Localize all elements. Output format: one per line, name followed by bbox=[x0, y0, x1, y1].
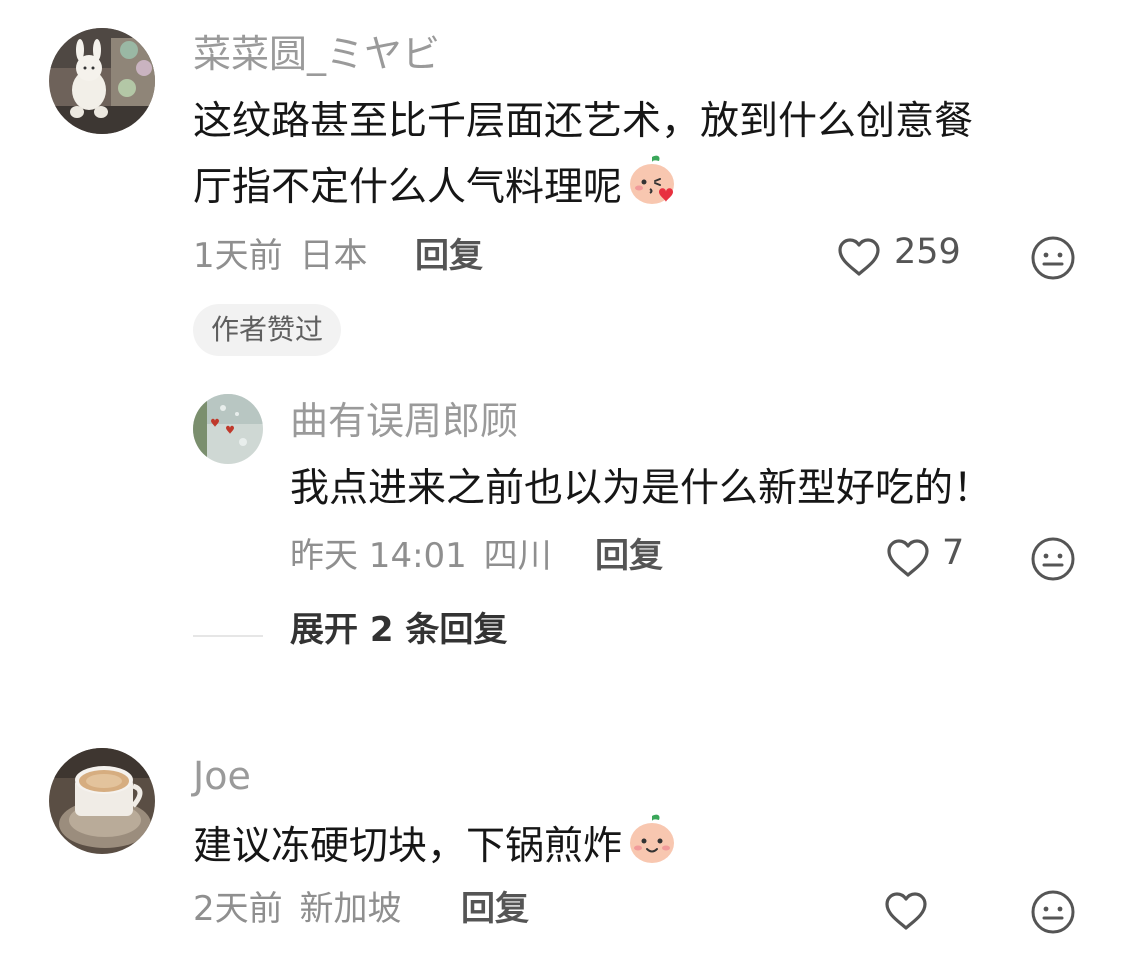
plush-bunny-avatar-image bbox=[49, 28, 155, 134]
neutral-face-icon[interactable] bbox=[1030, 536, 1076, 586]
expand-replies-button[interactable]: 展开 2 条回复 bbox=[290, 613, 507, 647]
comment-meta: 1天前 日本 bbox=[193, 239, 367, 273]
heart-outline-icon[interactable] bbox=[885, 537, 931, 583]
reply-meta: 昨天 14:01 四川 bbox=[290, 539, 552, 573]
reply-button[interactable]: 回复 bbox=[461, 892, 529, 926]
reply-author[interactable]: 曲有误周郎顾 bbox=[290, 402, 518, 440]
avatar[interactable] bbox=[49, 28, 155, 134]
comment-location: 日本 bbox=[299, 236, 368, 276]
comment-meta: 2天前 新加坡 bbox=[193, 892, 401, 926]
comment-time: 2天前 bbox=[193, 889, 283, 929]
like-count: 259 bbox=[894, 232, 961, 272]
reply-button[interactable]: 回复 bbox=[595, 539, 663, 573]
neutral-face-icon[interactable] bbox=[1030, 889, 1076, 939]
heart-outline-icon[interactable] bbox=[883, 890, 929, 936]
heart-outline-icon[interactable] bbox=[836, 236, 882, 282]
rainy-window-hearts-avatar-image bbox=[193, 394, 263, 464]
reply-button[interactable]: 回复 bbox=[415, 239, 483, 273]
peach-kiss-emoji bbox=[624, 152, 680, 226]
comment-text-line: 这纹路甚至比千层面还艺术，放到什么创意餐 bbox=[193, 99, 974, 144]
comment-author[interactable]: 菜菜圆_ミヤビ bbox=[193, 35, 440, 73]
comment-location: 新加坡 bbox=[299, 889, 402, 929]
comment-text-line: 厅指不定什么人气料理呢 bbox=[193, 165, 623, 210]
reply-time: 昨天 14:01 bbox=[290, 536, 467, 576]
neutral-face-icon[interactable] bbox=[1030, 235, 1076, 285]
comment-author[interactable]: Joe bbox=[193, 757, 251, 795]
peach-smile-emoji bbox=[624, 811, 680, 885]
avatar[interactable] bbox=[193, 394, 263, 464]
comment-text-line: 建议冻硬切块，下锅煎炸 bbox=[193, 824, 623, 869]
like-count: 7 bbox=[942, 533, 965, 573]
avatar[interactable] bbox=[49, 748, 155, 854]
author-liked-badge: 作者赞过 bbox=[193, 304, 342, 356]
comment-text: 这纹路甚至比千层面还艺术，放到什么创意餐 厅指不定什么人气料理呢 bbox=[193, 92, 973, 226]
coffee-cup-avatar-image bbox=[49, 748, 155, 854]
expand-divider bbox=[193, 635, 263, 637]
reply-text: 我点进来之前也以为是什么新型好吃的！ bbox=[290, 466, 993, 511]
comment-text: 建议冻硬切块，下锅煎炸 bbox=[193, 811, 680, 885]
reply-location: 四川 bbox=[483, 536, 552, 576]
comment-time: 1天前 bbox=[193, 236, 283, 276]
